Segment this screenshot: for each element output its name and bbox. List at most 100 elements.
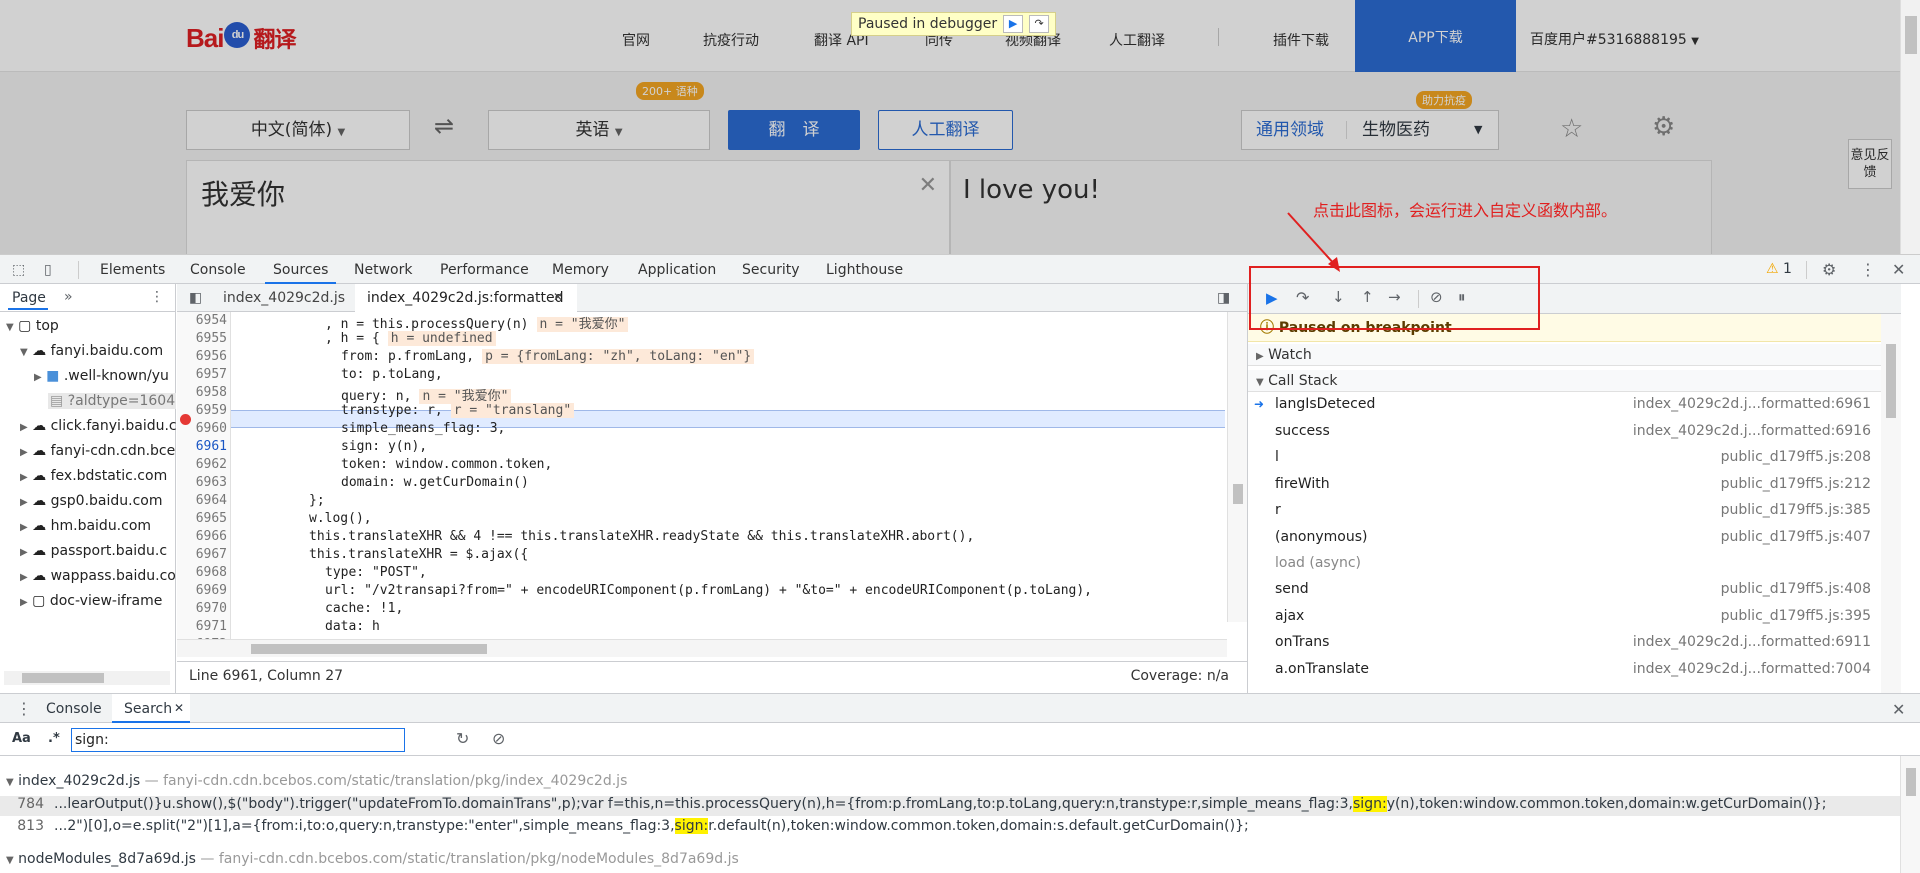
line-number[interactable]: 6970	[177, 601, 227, 616]
editor-tab-formatted[interactable]: index_4029c2d.js:formatted ✕	[355, 284, 577, 312]
refresh-icon[interactable]: ↻	[456, 729, 469, 748]
translate-button[interactable]: 翻 译	[728, 110, 860, 150]
navigator-tab-page[interactable]: Page	[12, 290, 46, 306]
search-match-line[interactable]: 784 ...learOutput()}u.show(),$("body").tr…	[16, 796, 1826, 812]
tab-application[interactable]: Application	[638, 262, 716, 278]
call-stack-frame[interactable]: onTrans index_4029c2d.j...formatted:6911	[1248, 632, 1901, 653]
drawer-tab-search[interactable]: Search ✕	[112, 694, 190, 723]
line-number[interactable]: 6958	[177, 385, 227, 400]
line-number[interactable]: 6965	[177, 511, 227, 526]
more-tabs-icon[interactable]: »	[64, 289, 73, 305]
close-tab-icon[interactable]: ✕	[553, 290, 563, 304]
navigator-hscroll[interactable]	[4, 671, 170, 685]
frame-location[interactable]: public_d179ff5.js:408	[1721, 579, 1871, 600]
close-drawer-icon[interactable]: ✕	[1892, 700, 1905, 719]
device-toolbar-icon[interactable]: ▯	[44, 262, 52, 278]
drawer-vscroll-thumb[interactable]	[1906, 768, 1916, 796]
warnings-counter[interactable]: ⚠ 1	[1766, 261, 1792, 277]
tree-node-domain[interactable]: ▶ ☁ click.fanyi.baidu.c	[20, 418, 177, 434]
line-number[interactable]: 6967	[177, 547, 227, 562]
line-number[interactable]: 6954	[177, 313, 227, 328]
call-stack-frame[interactable]: fireWith public_d179ff5.js:212	[1248, 474, 1901, 495]
editor-hscroll[interactable]	[177, 639, 1227, 657]
editor-vscroll[interactable]	[1227, 312, 1247, 622]
step-icon[interactable]: →	[1388, 288, 1401, 306]
editor-hscroll-thumb[interactable]	[251, 644, 487, 654]
tree-node-iframe[interactable]: ▶ ▢ doc-view-iframe	[20, 593, 162, 609]
close-devtools-icon[interactable]: ✕	[1892, 260, 1905, 279]
more-options-icon[interactable]: ⋮	[1860, 260, 1876, 279]
frame-location[interactable]: index_4029c2d.j...formatted:6961	[1633, 394, 1871, 415]
tree-node-top[interactable]: ▼ ▢ top	[6, 318, 59, 334]
frame-location[interactable]: index_4029c2d.j...formatted:6916	[1633, 421, 1871, 442]
drawer-tab-console[interactable]: Console	[46, 701, 102, 717]
clear-input-icon[interactable]: ✕	[919, 173, 937, 198]
line-number[interactable]: 6961	[177, 439, 227, 454]
navigator-hscroll-thumb[interactable]	[22, 673, 104, 683]
nav-anti-epidemic[interactable]: 抗疫行动	[703, 30, 759, 50]
search-match-line[interactable]: 813 ...2")[0],o=e.split("2")[1],a={from:i…	[16, 818, 1249, 834]
domain-general-label[interactable]: 通用领域	[1256, 111, 1324, 149]
close-tab-icon[interactable]: ✕	[174, 701, 184, 715]
line-number[interactable]: 6964	[177, 493, 227, 508]
clear-search-icon[interactable]: ⊘	[492, 729, 505, 748]
page-scrollbar[interactable]	[1900, 0, 1920, 254]
call-stack-frame[interactable]: ajax public_d179ff5.js:395	[1248, 606, 1901, 627]
target-language-select[interactable]: 英语 ▼	[488, 110, 710, 150]
search-input[interactable]: sign:	[71, 728, 405, 752]
tree-node-domain[interactable]: ▶ ☁ fanyi-cdn.cdn.bce	[20, 443, 175, 459]
tab-memory[interactable]: Memory	[552, 262, 609, 278]
tab-lighthouse[interactable]: Lighthouse	[826, 262, 903, 278]
tree-node-domain[interactable]: ▶ ☁ hm.baidu.com	[20, 518, 151, 534]
resume-icon[interactable]: ▶	[1003, 15, 1024, 33]
tree-node-folder[interactable]: ▶ ■ .well-known/yu	[34, 368, 169, 384]
human-translate-button[interactable]: 人工翻译	[878, 110, 1013, 150]
line-number[interactable]: 6959	[177, 403, 227, 418]
tree-node-file-selected[interactable]: ▤ ?aldtype=1604	[48, 393, 176, 409]
frame-location[interactable]: public_d179ff5.js:208	[1721, 447, 1871, 468]
debugger-vscroll-thumb[interactable]	[1886, 344, 1896, 418]
match-case-toggle[interactable]: Aa	[12, 731, 31, 746]
deactivate-breakpoints-icon[interactable]: ⊘	[1430, 288, 1443, 306]
favorites-star-icon[interactable]: ☆	[1560, 114, 1583, 144]
line-number[interactable]: 6957	[177, 367, 227, 382]
tab-sources[interactable]: Sources	[264, 262, 337, 284]
regex-toggle[interactable]: .*	[48, 731, 60, 746]
page-scrollbar-thumb[interactable]	[1905, 16, 1917, 54]
line-number[interactable]: 6956	[177, 349, 227, 364]
domain-select[interactable]: 通用领域 生物医药 ▼	[1241, 110, 1499, 150]
settings-gear-icon[interactable]: ⚙	[1822, 260, 1836, 279]
line-number[interactable]: 6968	[177, 565, 227, 580]
step-into-icon[interactable]: ↓	[1332, 288, 1345, 306]
tree-node-domain[interactable]: ▼ ☁ fanyi.baidu.com	[20, 343, 163, 359]
frame-location[interactable]: index_4029c2d.j...formatted:6911	[1633, 632, 1871, 653]
frame-location[interactable]: public_d179ff5.js:212	[1721, 474, 1871, 495]
search-result-file[interactable]: ▼ nodeModules_8d7a69d.js — fanyi-cdn.cdn…	[6, 851, 739, 867]
editor-vscroll-thumb[interactable]	[1233, 484, 1243, 504]
coverage-status[interactable]: Coverage: n/a	[1131, 668, 1229, 684]
tab-console[interactable]: Console	[190, 262, 246, 278]
line-number[interactable]: 6955	[177, 331, 227, 346]
line-number[interactable]: 6969	[177, 583, 227, 598]
frame-location[interactable]: index_4029c2d.j...formatted:7004	[1633, 659, 1871, 680]
line-number[interactable]: 6962	[177, 457, 227, 472]
tree-node-domain[interactable]: ▶ ☁ passport.baidu.c	[20, 543, 167, 559]
frame-location[interactable]: public_d179ff5.js:407	[1721, 527, 1871, 548]
line-number[interactable]: 6960	[177, 421, 227, 436]
tab-security[interactable]: Security	[742, 262, 800, 278]
tree-node-domain[interactable]: ▶ ☁ wappass.baidu.co	[20, 568, 176, 584]
call-stack-frame[interactable]: ➜ langIsDeteced index_4029c2d.j...formatte…	[1248, 394, 1901, 415]
step-over-icon[interactable]: ↷	[1029, 15, 1050, 33]
more-options-icon[interactable]: ⋮	[150, 289, 164, 305]
call-stack-frame[interactable]: r public_d179ff5.js:385	[1248, 500, 1901, 521]
watch-section-header[interactable]: ▶ Watch	[1248, 344, 1901, 366]
pause-on-exceptions-icon[interactable]: ⏸	[1458, 288, 1466, 306]
nav-plugin-download[interactable]: 插件下载	[1273, 30, 1329, 50]
code-editor[interactable]: 6954 , n = this.processQuery(n) n = "我爱你" 6…	[177, 312, 1247, 642]
toggle-debugger-icon[interactable]: ◨	[1217, 290, 1230, 306]
nav-official-site[interactable]: 官网	[622, 30, 650, 50]
feedback-button[interactable]: 意见反馈	[1848, 139, 1892, 189]
tab-performance[interactable]: Performance	[440, 262, 529, 278]
settings-gear-icon[interactable]: ⚙	[1652, 112, 1675, 142]
resume-icon[interactable]: ▶	[1266, 289, 1278, 307]
